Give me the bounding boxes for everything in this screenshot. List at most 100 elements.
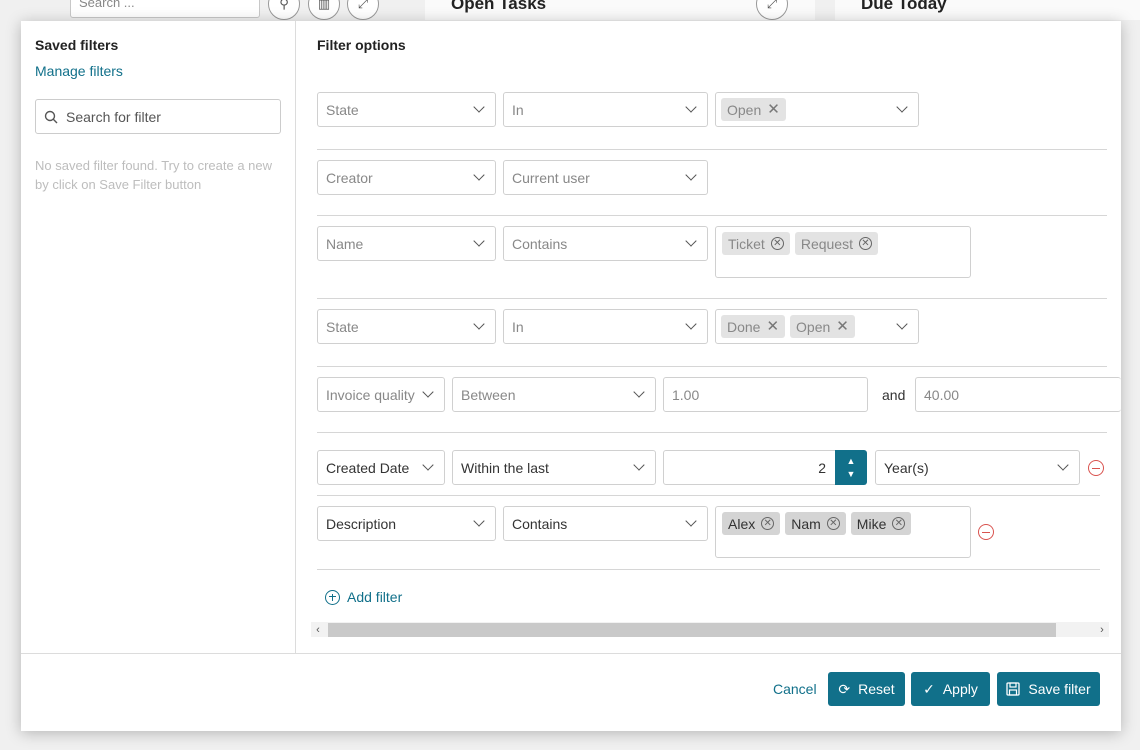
divider [317, 432, 1107, 433]
filter-field-select[interactable]: Name [317, 226, 496, 261]
filter-operator-value: In [512, 101, 524, 118]
save-filter-button[interactable]: Save filter [997, 672, 1100, 706]
chevron-down-icon [1057, 459, 1069, 471]
saved-filter-search-input[interactable]: Search for filter [35, 99, 281, 134]
tag-group: Done ✕ Open ✕ [721, 315, 855, 338]
manage-filters-link[interactable]: Manage filters [35, 63, 281, 79]
divider [317, 366, 1107, 367]
reset-label: Reset [858, 681, 895, 697]
filter-field-select[interactable]: State [317, 309, 496, 344]
divider [317, 569, 1100, 570]
filter-field-value: Creator [326, 169, 373, 186]
remove-tag-icon[interactable]: ✕ [766, 319, 779, 334]
filter-operator-select[interactable]: In [503, 92, 708, 127]
filter-field-value: Description [326, 515, 397, 532]
remove-filter-icon[interactable] [1088, 460, 1104, 476]
background-search-input[interactable]: Search ... [70, 0, 260, 18]
chevron-down-icon [633, 386, 645, 398]
remove-tag-icon[interactable]: ✕ [858, 237, 872, 250]
filter-operator-select[interactable]: Within the last [452, 450, 656, 485]
dialog-footer: Cancel ⟳ Reset ✓ Apply Save filter [21, 653, 1121, 731]
chevron-down-icon [422, 459, 434, 471]
filter-operator-value: Between [461, 386, 516, 403]
filter-field-value: Invoice quality [326, 386, 415, 403]
cancel-button[interactable]: Cancel [773, 681, 817, 697]
stepper-up-icon[interactable]: ▲ [847, 455, 856, 468]
filter-field-select[interactable]: Description [317, 506, 496, 541]
filter-operator-value: Contains [512, 515, 568, 532]
range-from-input[interactable]: 1.00 [663, 377, 868, 412]
reset-button[interactable]: ⟳ Reset [828, 672, 905, 706]
chevron-down-icon [896, 101, 908, 113]
filter-field-value: Name [326, 235, 364, 252]
expand-icon[interactable]: ⤢ [347, 0, 379, 20]
filter-field-value: State [326, 318, 359, 335]
range-joiner: and [882, 387, 906, 403]
number-input[interactable]: 2 [663, 450, 837, 485]
value-tag: Open ✕ [790, 315, 855, 338]
chart-icon[interactable]: ▥ [308, 0, 340, 20]
filter-options-title: Filter options [317, 37, 406, 53]
tag-label: Mike [856, 515, 887, 532]
stepper-down-icon[interactable]: ▼ [847, 468, 856, 481]
value-tag: Request ✕ [794, 232, 878, 255]
scrollbar-thumb[interactable] [328, 623, 1056, 637]
filter-operator-select[interactable]: Contains [503, 506, 708, 541]
remove-tag-icon[interactable]: ✕ [892, 517, 906, 530]
add-filter-button[interactable]: Add filter [325, 589, 402, 605]
scroll-left-icon[interactable]: ‹ [311, 622, 325, 637]
filter-tags-input[interactable]: Ticket ✕ Request ✕ [715, 226, 971, 278]
remove-tag-icon[interactable]: ✕ [770, 237, 784, 250]
chevron-down-icon [422, 386, 434, 398]
filter-operator-value: In [512, 318, 524, 335]
apply-button[interactable]: ✓ Apply [911, 672, 990, 706]
horizontal-scrollbar[interactable]: ‹ › [311, 622, 1109, 637]
filter-tags-input[interactable]: Alex ✕ Nam ✕ Mike ✕ [715, 506, 971, 558]
filter-value-multiselect[interactable]: Open ✕ [715, 92, 919, 127]
chevron-down-icon [473, 235, 485, 247]
save-filter-label: Save filter [1028, 681, 1091, 697]
filter-operator-value: Contains [512, 235, 568, 252]
filter-field-value: Created Date [326, 459, 410, 476]
remove-tag-icon[interactable]: ✕ [767, 102, 780, 117]
filter-operator-select[interactable]: Contains [503, 226, 708, 261]
refresh-icon: ⟳ [838, 681, 851, 697]
open-tasks-title: Open Tasks [451, 0, 547, 13]
chevron-down-icon [473, 515, 485, 527]
time-unit-value: Year(s) [884, 459, 929, 476]
chevron-down-icon [473, 318, 485, 330]
save-icon [1006, 682, 1021, 696]
filter-field-select[interactable]: State [317, 92, 496, 127]
saved-filters-title: Saved filters [35, 37, 119, 53]
plus-circle-icon [325, 589, 340, 605]
divider [317, 495, 1100, 496]
filter-operator-select[interactable]: In [503, 309, 708, 344]
tag-label: Nam [791, 515, 821, 532]
filter-operator-value: Within the last [461, 459, 549, 476]
tag-label: Request [800, 235, 853, 252]
remove-tag-icon[interactable]: ✕ [836, 319, 849, 334]
value-tag: Ticket ✕ [722, 232, 790, 255]
filter-operator-select[interactable]: Current user [503, 160, 708, 195]
filter-field-select[interactable]: Creator [317, 160, 496, 195]
filter-operator-select[interactable]: Between [452, 377, 656, 412]
scroll-right-icon[interactable]: › [1095, 622, 1109, 637]
remove-filter-icon[interactable] [978, 524, 994, 540]
divider [317, 149, 1107, 150]
range-to-input[interactable]: 40.00 [915, 377, 1121, 412]
number-stepper[interactable]: ▲ ▼ [835, 450, 867, 485]
chevron-down-icon [633, 459, 645, 471]
chevron-down-icon [685, 235, 697, 247]
filter-icon[interactable]: ⚲ [268, 0, 300, 20]
value-tag: Done ✕ [721, 315, 786, 338]
due-today-title: Due Today [861, 0, 947, 13]
chevron-down-icon [473, 101, 485, 113]
time-unit-select[interactable]: Year(s) [875, 450, 1080, 485]
remove-tag-icon[interactable]: ✕ [826, 517, 840, 530]
search-icon [44, 110, 58, 123]
filter-value-multiselect[interactable]: Done ✕ Open ✕ [715, 309, 919, 344]
divider [317, 298, 1107, 299]
filter-field-select[interactable]: Created Date [317, 450, 445, 485]
remove-tag-icon[interactable]: ✕ [761, 517, 775, 530]
filter-field-select[interactable]: Invoice quality [317, 377, 445, 412]
